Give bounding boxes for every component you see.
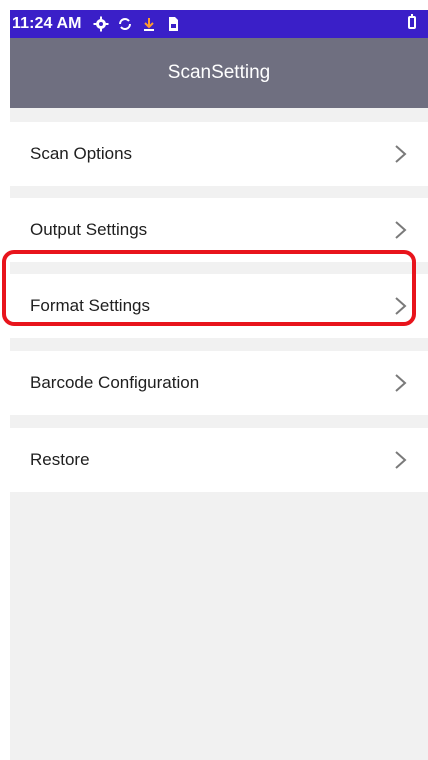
gear-icon [92, 15, 110, 33]
menu-item-label: Scan Options [30, 144, 133, 163]
menu-item-scan-options[interactable]: Scan Options [10, 122, 428, 186]
status-bar: 11:24 AM [10, 10, 428, 38]
menu-item-label: Restore [30, 450, 90, 469]
menu-item-restore[interactable]: Restore [10, 428, 428, 492]
menu-item-format-settings[interactable]: Format Settings [10, 274, 428, 338]
sync-icon [116, 15, 134, 33]
page-title: ScanSetting [167, 62, 271, 83]
chevron-right-icon [395, 374, 407, 392]
app-bar: ScanSetting [10, 38, 428, 108]
menu-item-label: Output Settings [30, 220, 148, 239]
menu-item-barcode-configuration[interactable]: Barcode Configuration [10, 351, 428, 415]
menu-item-output-settings[interactable]: Output Settings [10, 198, 428, 262]
status-time: 11:24 AM [12, 15, 82, 32]
battery-icon [408, 14, 416, 29]
menu-item-label: Format Settings [30, 296, 150, 315]
sim-card-icon [164, 15, 182, 33]
menu-item-label: Barcode Configuration [30, 373, 200, 392]
chevron-right-icon [395, 297, 407, 315]
app-screen: 11:24 AM ScanSetting Scan Options Output… [10, 10, 428, 760]
chevron-right-icon [395, 221, 407, 239]
chevron-right-icon [395, 145, 407, 163]
download-icon [140, 15, 158, 33]
chevron-right-icon [395, 451, 407, 469]
